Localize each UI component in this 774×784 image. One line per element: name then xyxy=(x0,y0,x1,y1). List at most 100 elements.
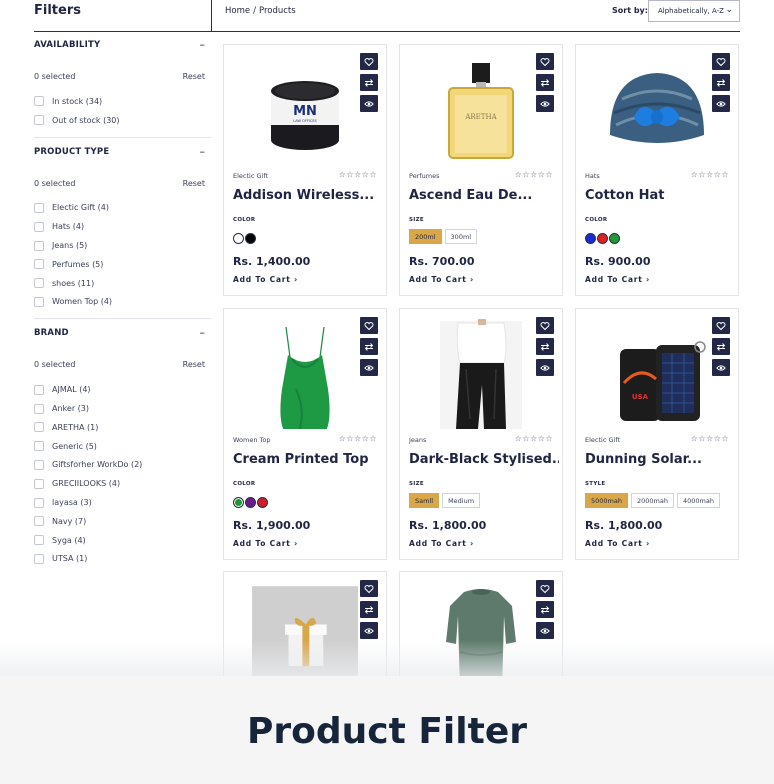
filter-option[interactable]: Syga (4) xyxy=(34,531,211,550)
add-to-cart-button[interactable]: Add To Cart › xyxy=(233,539,298,548)
filter-option[interactable]: Navy (7) xyxy=(34,512,211,531)
eye-icon[interactable] xyxy=(536,622,554,639)
product-image-perfume[interactable]: ARETHA xyxy=(420,55,542,165)
checkbox[interactable] xyxy=(34,240,44,251)
checkbox[interactable] xyxy=(34,516,44,527)
availability-reset-link[interactable]: Reset xyxy=(183,72,205,81)
brand-title[interactable]: BRAND xyxy=(34,328,211,342)
color-swatch-blue[interactable] xyxy=(585,233,596,244)
checkbox[interactable] xyxy=(34,259,44,270)
checkbox[interactable] xyxy=(34,278,44,289)
minus-icon[interactable]: – xyxy=(200,145,206,158)
minus-icon[interactable]: – xyxy=(200,38,206,51)
filter-option[interactable]: AJMAL (4) xyxy=(34,380,211,399)
checkbox[interactable] xyxy=(34,497,44,508)
product-type-title[interactable]: PRODUCT TYPE xyxy=(34,147,211,161)
eye-icon[interactable] xyxy=(360,359,378,376)
filter-option[interactable]: layasa (3) xyxy=(34,493,211,512)
filter-option[interactable]: Hats (4) xyxy=(34,217,211,236)
eye-icon[interactable] xyxy=(712,359,730,376)
add-to-cart-button[interactable]: Add To Cart › xyxy=(233,275,298,284)
color-swatch-red[interactable] xyxy=(597,233,608,244)
product-card[interactable]: Jeans ☆☆☆☆☆ Dark-Black Stylised... SIZE … xyxy=(399,308,563,560)
breadcrumb-home[interactable]: Home xyxy=(225,6,250,16)
checkbox[interactable] xyxy=(34,459,44,470)
heart-icon[interactable] xyxy=(536,580,554,597)
checkbox[interactable] xyxy=(34,441,44,452)
filter-option[interactable]: shoes (11) xyxy=(34,274,211,293)
eye-icon[interactable] xyxy=(360,95,378,112)
product-name[interactable]: Dark-Black Stylised... xyxy=(409,452,559,467)
checkbox[interactable] xyxy=(34,221,44,232)
checkbox[interactable] xyxy=(34,96,44,107)
product-image-hat[interactable] xyxy=(596,55,718,165)
heart-icon[interactable] xyxy=(536,317,554,334)
minus-icon[interactable]: – xyxy=(200,326,206,339)
color-swatch-black[interactable] xyxy=(245,233,256,244)
product-card[interactable]: MN LAW OFFICES Electic Gift ☆☆☆☆☆ Addiso… xyxy=(223,44,387,296)
color-swatch-green[interactable] xyxy=(609,233,620,244)
product-card[interactable]: Women Top ☆☆☆☆☆ Cream Printed Top COLOR … xyxy=(223,308,387,560)
add-to-cart-button[interactable]: Add To Cart › xyxy=(409,275,474,284)
compare-arrows-icon[interactable] xyxy=(360,338,378,355)
add-to-cart-button[interactable]: Add To Cart › xyxy=(409,539,474,548)
checkbox[interactable] xyxy=(34,553,44,564)
availability-title[interactable]: AVAILABILITY xyxy=(34,40,211,54)
eye-icon[interactable] xyxy=(360,622,378,639)
filter-option[interactable]: Women Top (4) xyxy=(34,293,211,312)
product-name[interactable]: Addison Wireless... xyxy=(233,188,383,203)
heart-icon[interactable] xyxy=(712,53,730,70)
filter-option[interactable]: Perfumes (5) xyxy=(34,255,211,274)
filter-option[interactable]: Giftsforher WorkDo (2) xyxy=(34,456,211,475)
color-swatch-purple[interactable] xyxy=(245,497,256,508)
product-card[interactable]: ARETHA Perfumes ☆☆☆☆☆ Ascend Eau De... S… xyxy=(399,44,563,296)
product-image-jeans[interactable] xyxy=(420,319,542,429)
compare-arrows-icon[interactable] xyxy=(536,601,554,618)
checkbox[interactable] xyxy=(34,478,44,489)
compare-arrows-icon[interactable] xyxy=(360,601,378,618)
checkbox[interactable] xyxy=(34,422,44,433)
compare-arrows-icon[interactable] xyxy=(712,338,730,355)
filter-option[interactable]: In stock (34) xyxy=(34,92,211,111)
product-type-reset-link[interactable]: Reset xyxy=(183,179,205,188)
heart-icon[interactable] xyxy=(712,317,730,334)
product-card[interactable]: USA Electic Gift ☆☆☆☆☆ Dunning Solar... … xyxy=(575,308,739,560)
checkbox[interactable] xyxy=(34,535,44,546)
filter-option[interactable]: ARETHA (1) xyxy=(34,418,211,437)
product-name[interactable]: Cotton Hat xyxy=(585,188,735,203)
compare-arrows-icon[interactable] xyxy=(360,74,378,91)
checkbox[interactable] xyxy=(34,296,44,307)
sort-select[interactable]: Alphabetically, A-Z ⌄ xyxy=(648,0,740,22)
compare-arrows-icon[interactable] xyxy=(536,338,554,355)
eye-icon[interactable] xyxy=(536,95,554,112)
eye-icon[interactable] xyxy=(536,359,554,376)
color-swatch-red[interactable] xyxy=(257,497,268,508)
color-swatch-white[interactable] xyxy=(233,233,244,244)
product-name[interactable]: Cream Printed Top xyxy=(233,452,383,467)
filter-option[interactable]: UTSA (1) xyxy=(34,550,211,569)
product-name[interactable]: Ascend Eau De... xyxy=(409,188,559,203)
product-image-speaker[interactable]: MN LAW OFFICES xyxy=(244,55,366,165)
heart-icon[interactable] xyxy=(360,317,378,334)
filter-option[interactable]: Jeans (5) xyxy=(34,236,211,255)
size-option-chip[interactable]: 200ml xyxy=(409,229,442,244)
color-swatch-green[interactable] xyxy=(233,497,244,508)
filter-option[interactable]: Anker (3) xyxy=(34,399,211,418)
size-option-chip[interactable]: Medium xyxy=(442,493,481,508)
checkbox[interactable] xyxy=(34,403,44,414)
compare-arrows-icon[interactable] xyxy=(536,74,554,91)
product-image-powerbank[interactable]: USA xyxy=(596,319,718,429)
checkbox[interactable] xyxy=(34,202,44,213)
checkbox[interactable] xyxy=(34,384,44,395)
product-card[interactable]: Hats ☆☆☆☆☆ Cotton Hat COLOR Rs. 900.00 A… xyxy=(575,44,739,296)
size-option-chip[interactable]: Samll xyxy=(409,493,440,508)
checkbox[interactable] xyxy=(34,115,44,126)
heart-icon[interactable] xyxy=(536,53,554,70)
style-option-chip[interactable]: 4000mah xyxy=(676,493,720,508)
filter-option[interactable]: GRECIILOOKS (4) xyxy=(34,474,211,493)
add-to-cart-button[interactable]: Add To Cart › xyxy=(585,539,650,548)
size-option-chip[interactable]: 300ml xyxy=(444,229,478,244)
product-image-top[interactable] xyxy=(244,319,366,429)
eye-icon[interactable] xyxy=(712,95,730,112)
style-option-chip[interactable]: 5000mah xyxy=(585,493,628,508)
